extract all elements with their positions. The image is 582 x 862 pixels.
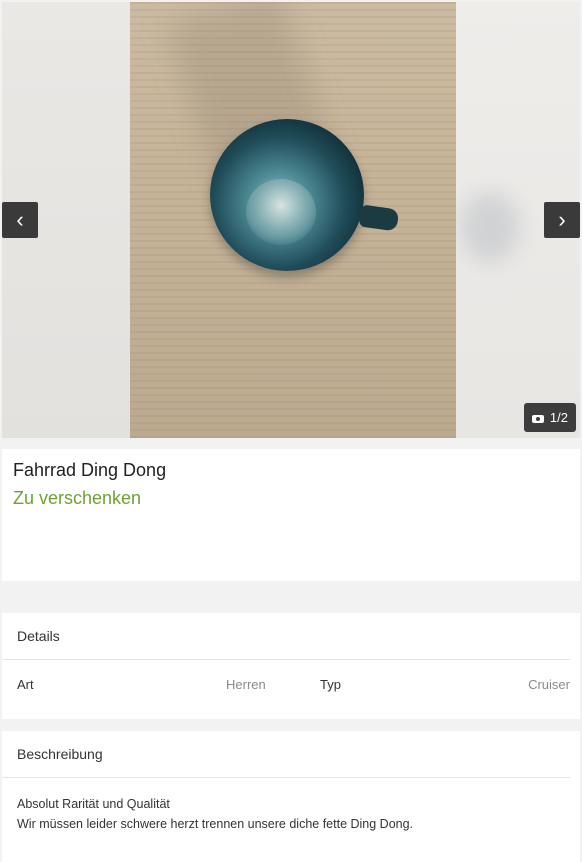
description-line: Absolut Rarität und Qualität: [17, 797, 170, 811]
listing-summary: Fahrrad Ding Dong Zu verschenken: [2, 449, 580, 581]
description-line: Wir müssen leider schwere herzt trennen …: [17, 817, 414, 831]
detail-value-typ: Cruiser: [528, 677, 570, 692]
detail-value-art: Herren: [226, 677, 266, 692]
chevron-left-icon: ‹: [16, 207, 24, 232]
description-body: Absolut Rarität und Qualität Wir müssen …: [2, 778, 580, 834]
detail-label-art: Art: [17, 677, 34, 692]
details-header: Details: [2, 613, 570, 660]
listing-title: Fahrrad Ding Dong: [13, 460, 167, 480]
bicycle-bell-image: [210, 119, 364, 271]
gallery-next-button[interactable]: ›: [544, 202, 580, 238]
image-counter-text: 1/2: [549, 410, 568, 425]
details-section: Details Art Herren Typ Cruiser: [2, 613, 580, 719]
detail-label-typ: Typ: [320, 677, 341, 692]
details-row: Art Herren Typ Cruiser: [2, 660, 580, 710]
bell-lever-image: [358, 204, 400, 232]
chevron-right-icon: ›: [558, 207, 566, 232]
listing-price: Zu verschenken: [13, 488, 142, 508]
description-header: Beschreibung: [2, 731, 570, 778]
listing-photo[interactable]: [130, 2, 456, 438]
camera-icon: [531, 413, 544, 423]
description-section: Beschreibung Absolut Rarität und Qualitä…: [2, 731, 580, 862]
image-counter[interactable]: 1/2: [523, 403, 576, 432]
details-header-text: Details: [17, 628, 60, 644]
description-header-text: Beschreibung: [17, 746, 103, 762]
gallery-prev-button[interactable]: ‹: [2, 202, 38, 238]
image-gallery[interactable]: ‹ › 1/2: [2, 2, 580, 438]
